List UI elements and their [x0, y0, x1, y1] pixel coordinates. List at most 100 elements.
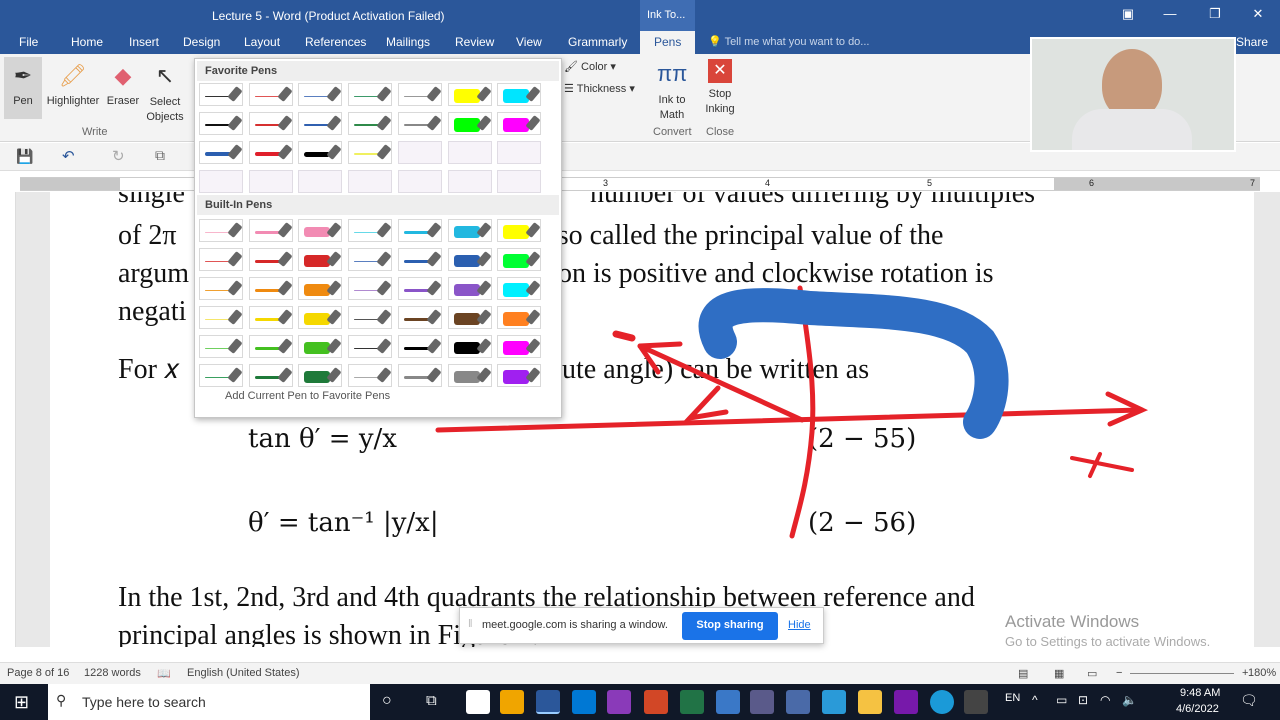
clock-date[interactable]: 4/6/2022 [1176, 703, 1219, 715]
pen-swatch[interactable] [248, 141, 293, 164]
pen-swatch[interactable] [447, 248, 492, 271]
battery-icon[interactable]: ▭ [1056, 693, 1067, 707]
pen-swatch[interactable] [497, 248, 542, 271]
zoom-out-icon[interactable]: − [1116, 667, 1122, 679]
pen-swatch[interactable] [397, 112, 442, 135]
pen-swatch[interactable] [248, 364, 293, 387]
select-objects-button[interactable]: ↖ Select Objects [144, 61, 186, 125]
pen-swatch[interactable] [397, 364, 442, 387]
pen-swatch[interactable] [298, 219, 343, 242]
chevron-up-icon[interactable]: ^ [1032, 693, 1038, 707]
tell-me-search[interactable]: 💡 Tell me what you want to do... [708, 35, 869, 48]
pen-swatch[interactable] [348, 248, 393, 271]
undo-icon[interactable]: ↶ [62, 147, 75, 165]
taskbar-search-box[interactable]: ⚲ Type here to search [48, 684, 370, 720]
pen-swatch[interactable] [447, 112, 492, 135]
camera-icon[interactable] [964, 690, 988, 714]
ink-tools-context-tab[interactable]: Ink To... [640, 0, 695, 31]
pen-swatch[interactable] [248, 248, 293, 271]
onenote-icon[interactable] [894, 690, 918, 714]
page-count[interactable]: Page 8 of 16 [7, 667, 69, 679]
pen-swatch[interactable] [397, 141, 442, 164]
pen-swatch[interactable] [447, 306, 492, 329]
pen-swatch[interactable] [497, 170, 542, 193]
pen-swatch[interactable] [397, 83, 442, 106]
app-icon[interactable] [716, 690, 740, 714]
pen-swatch[interactable] [248, 335, 293, 358]
pen-swatch[interactable] [497, 277, 542, 300]
pen-swatch[interactable] [497, 83, 542, 106]
pen-swatch[interactable] [447, 277, 492, 300]
pen-swatch[interactable] [497, 306, 542, 329]
pen-swatch[interactable] [248, 306, 293, 329]
pen-swatch[interactable] [447, 335, 492, 358]
file-explorer-icon[interactable] [858, 690, 882, 714]
pen-swatch[interactable] [248, 170, 293, 193]
pen-swatch[interactable] [199, 248, 243, 271]
zoom-level[interactable]: 180% [1248, 667, 1276, 679]
proofing-icon[interactable]: 📖 [157, 667, 171, 680]
pen-swatch[interactable] [199, 141, 243, 164]
mail-icon[interactable] [572, 690, 596, 714]
language-status[interactable]: English (United States) [187, 667, 300, 679]
pen-swatch[interactable] [447, 141, 492, 164]
color-button[interactable]: 🖌 Color ▾ [564, 60, 616, 73]
pen-swatch[interactable] [348, 306, 393, 329]
clock-time[interactable]: 9:48 AM [1180, 687, 1220, 699]
pen-swatch[interactable] [298, 112, 343, 135]
pen-swatch[interactable] [199, 83, 243, 106]
redo-icon[interactable]: ↻ [112, 147, 125, 165]
tab-view[interactable]: View [516, 35, 542, 49]
pen-swatch[interactable] [199, 364, 243, 387]
tab-home[interactable]: Home [71, 35, 103, 49]
windows-start-icon[interactable]: ⊞ [14, 692, 29, 713]
restore-icon[interactable]: ❐ [1205, 6, 1225, 22]
close-icon[interactable]: ✕ [1248, 6, 1268, 22]
tab-grammarly[interactable]: Grammarly [568, 35, 627, 49]
cortana-icon[interactable]: ○ [382, 692, 392, 710]
app-icon[interactable] [822, 690, 846, 714]
edge-icon[interactable] [930, 690, 954, 714]
pen-swatch[interactable] [298, 277, 343, 300]
web-layout-icon[interactable]: ▭ [1087, 667, 1097, 680]
highlighter-button[interactable]: 🖍 Highlighter [44, 61, 102, 107]
tab-design[interactable]: Design [183, 35, 220, 49]
pen-swatch[interactable] [199, 112, 243, 135]
pen-swatch[interactable] [348, 219, 393, 242]
pen-swatch[interactable] [447, 170, 492, 193]
add-current-pen-link[interactable]: Add Current Pen to Favorite Pens [225, 390, 390, 402]
ribbon-display-icon[interactable]: ▣ [1118, 6, 1138, 22]
app-icon[interactable] [786, 690, 810, 714]
pen-swatch[interactable] [497, 364, 542, 387]
tab-file[interactable]: File [19, 35, 38, 49]
pen-swatch[interactable] [298, 306, 343, 329]
pen-swatch[interactable] [397, 219, 442, 242]
pen-swatch[interactable] [298, 248, 343, 271]
tab-review[interactable]: Review [455, 35, 494, 49]
pen-swatch[interactable] [298, 141, 343, 164]
touch-mode-icon[interactable]: ⧉ [155, 147, 165, 164]
read-mode-icon[interactable]: ▤ [1018, 667, 1028, 680]
pen-swatch[interactable] [248, 277, 293, 300]
pen-swatch[interactable] [348, 364, 393, 387]
pen-swatch[interactable] [298, 335, 343, 358]
pen-swatch[interactable] [199, 277, 243, 300]
task-view-icon[interactable]: ⧉ [426, 692, 437, 709]
word-count[interactable]: 1228 words [84, 667, 141, 679]
stop-inking-button[interactable]: ✕ Stop Inking [702, 59, 738, 117]
stop-sharing-button[interactable]: Stop sharing [682, 612, 778, 640]
pen-swatch[interactable] [348, 112, 393, 135]
share-button[interactable]: Share [1236, 35, 1268, 49]
paint-icon[interactable] [466, 690, 490, 714]
tray-icon[interactable]: ⊡ [1078, 693, 1088, 707]
pen-swatch[interactable] [447, 364, 492, 387]
pen-swatch[interactable] [348, 83, 393, 106]
word-taskbar-icon[interactable] [536, 690, 560, 714]
app-icon[interactable] [607, 690, 631, 714]
pen-swatch[interactable] [199, 306, 243, 329]
excel-icon[interactable] [680, 690, 704, 714]
pen-swatch[interactable] [497, 141, 542, 164]
pen-button[interactable]: ✒ Pen [4, 57, 42, 119]
hide-share-bar-link[interactable]: Hide [788, 619, 811, 631]
pen-swatch[interactable] [199, 219, 243, 242]
